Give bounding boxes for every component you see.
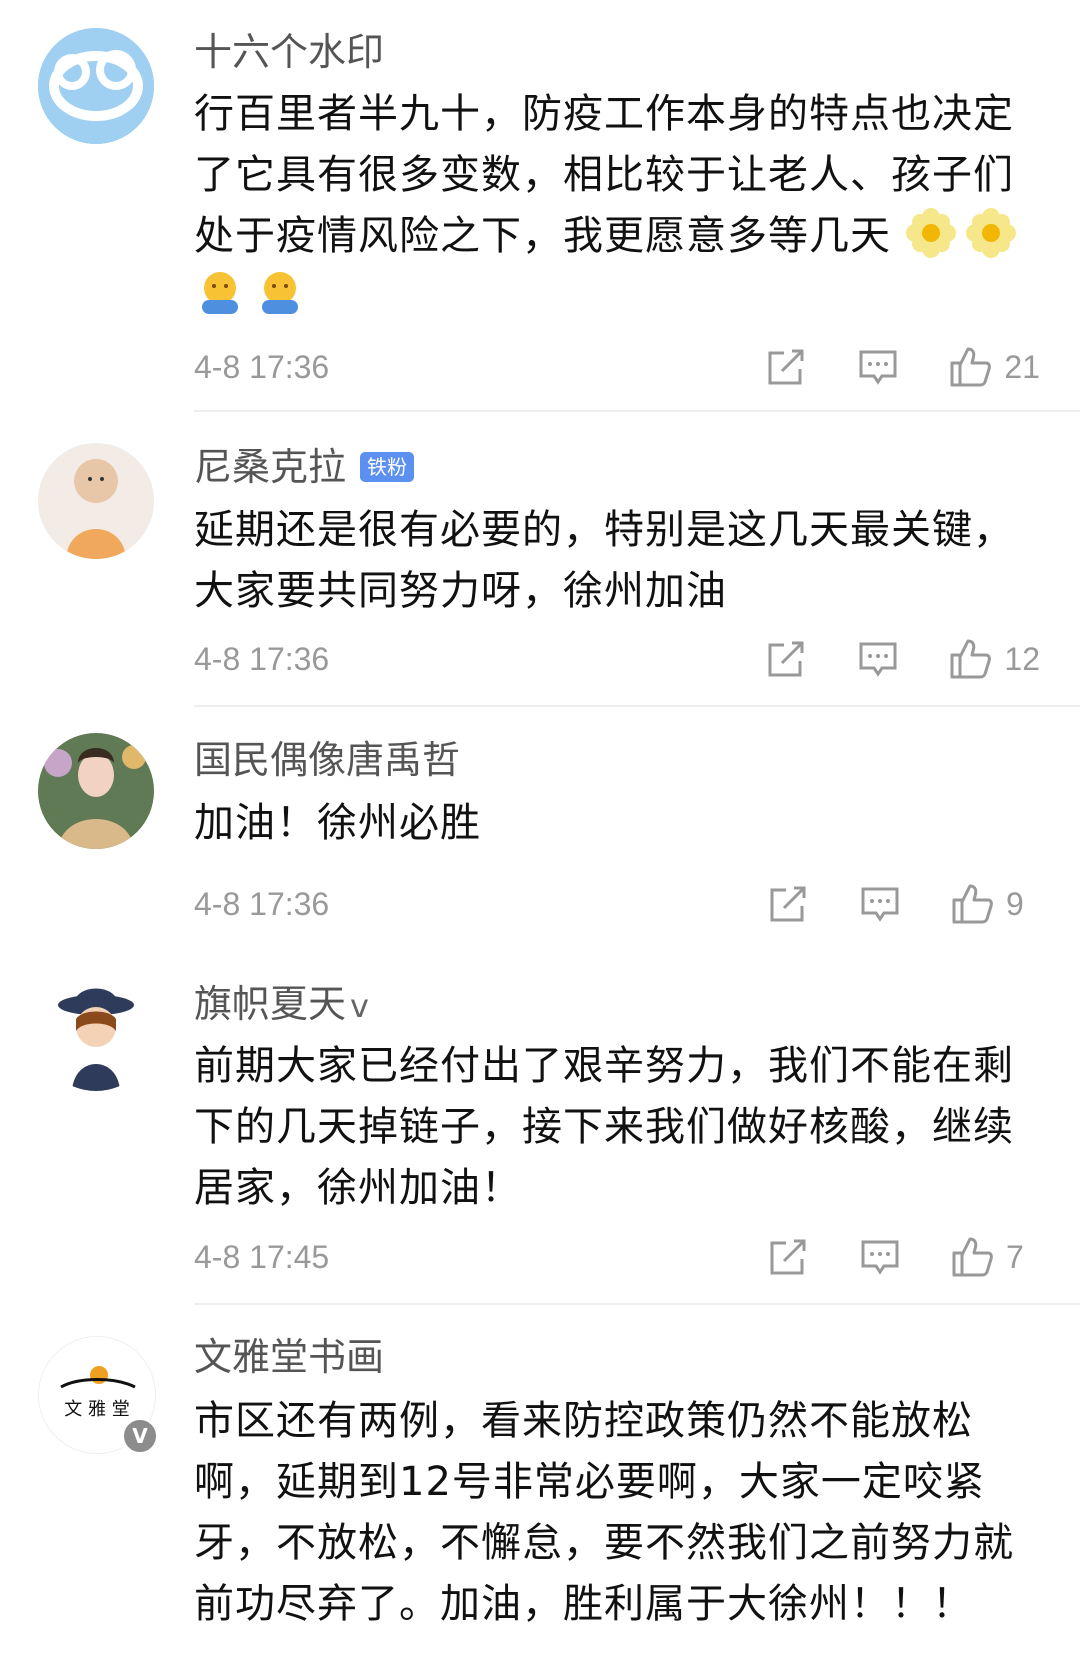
- avatar[interactable]: [38, 733, 154, 849]
- verified-mark: v: [350, 987, 369, 1025]
- comment-meta: 4-8 17:45 7: [194, 1232, 1040, 1282]
- comment-meta: 4-8 17:36 12: [194, 634, 1040, 684]
- comment-icon[interactable]: [856, 345, 900, 389]
- like-icon[interactable]: [948, 345, 992, 389]
- hug-emoji-icon: [194, 268, 246, 320]
- comment-time: 4-8 17:45: [194, 1239, 330, 1275]
- flower-emoji-icon: [905, 207, 957, 259]
- username-text[interactable]: 旗帜夏天: [194, 982, 346, 1026]
- avatar[interactable]: [38, 443, 154, 559]
- comment-time: 4-8 17:36: [194, 641, 330, 677]
- like-count: 21: [1004, 348, 1040, 385]
- photo-avatar-image: [38, 733, 154, 849]
- like-count: 7: [1006, 1238, 1024, 1275]
- avatar[interactable]: [38, 28, 154, 144]
- avatar[interactable]: [38, 975, 154, 1091]
- like-count: 12: [1004, 640, 1040, 677]
- share-icon[interactable]: [766, 1235, 810, 1279]
- share-icon[interactable]: [764, 345, 808, 389]
- comment-actions: 9: [766, 879, 1040, 929]
- fan-badge: 铁粉: [360, 452, 415, 482]
- like-count: 9: [1006, 885, 1024, 922]
- comment-text: 市区还有两例，看来防控政策仍然不能放松啊，延期到12号非常必要啊，大家一定咬紧牙…: [194, 1398, 1014, 1627]
- comment-time: 4-8 17:36: [194, 349, 330, 385]
- comment-text: 前期大家已经付出了艰辛努力，我们不能在剩下的几天掉链子，接下来我们做好核酸，继续…: [194, 1043, 1014, 1211]
- verified-badge-icon: V: [121, 1417, 159, 1455]
- flower-emoji-icon: [965, 207, 1017, 259]
- comment-body: 行百里者半九十，防疫工作本身的特点也决定了它具有很多变数，相比较于让老人、孩子们…: [194, 91, 1014, 259]
- like-icon[interactable]: [950, 1235, 994, 1279]
- avatar-text: 文 雅 堂: [64, 1399, 129, 1420]
- comment-icon[interactable]: [858, 882, 902, 926]
- divider: [194, 1303, 1080, 1305]
- hug-emoji-icon: [254, 268, 306, 320]
- comment-text: 行百里者半九十，防疫工作本身的特点也决定了它具有很多变数，相比较于让老人、孩子们…: [194, 84, 1044, 328]
- comment-meta: 4-8 17:36 21: [194, 342, 1040, 392]
- comment-actions: 7: [766, 1232, 1040, 1282]
- username: 尼桑克拉 铁粉: [194, 443, 415, 491]
- share-icon[interactable]: [766, 882, 810, 926]
- comment-actions: 21: [764, 342, 1040, 392]
- comment-meta: 4-8 17:36 9: [194, 879, 1040, 929]
- comment-text: 延期还是很有必要的，特别是这几天最关键，大家要共同努力呀，徐州加油: [194, 507, 1014, 614]
- share-icon[interactable]: [764, 637, 808, 681]
- comment-icon[interactable]: [856, 637, 900, 681]
- comment-text: 加油！徐州必胜: [194, 800, 481, 846]
- divider: [194, 705, 1080, 707]
- comment-time: 4-8 17:36: [194, 886, 330, 922]
- cartoon-avatar-image: [38, 443, 154, 559]
- cloud-avatar-image: [38, 28, 154, 144]
- like-icon[interactable]: [948, 637, 992, 681]
- cartoon-avatar-image: [38, 975, 154, 1091]
- like-icon[interactable]: [950, 882, 994, 926]
- username: 旗帜夏天 v: [194, 980, 369, 1030]
- username[interactable]: 国民偶像唐禹哲: [194, 736, 460, 784]
- comment-actions: 12: [764, 634, 1040, 684]
- username[interactable]: 文雅堂书画: [194, 1333, 384, 1381]
- divider: [194, 410, 1080, 412]
- username-text[interactable]: 尼桑克拉: [194, 445, 346, 489]
- comment-icon[interactable]: [858, 1235, 902, 1279]
- username[interactable]: 十六个水印: [194, 28, 384, 76]
